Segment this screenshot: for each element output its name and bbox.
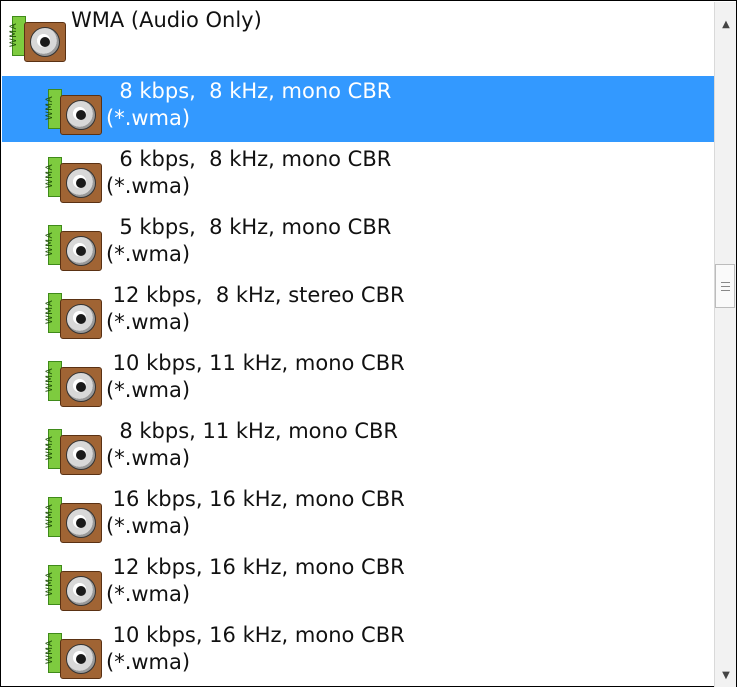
format-list-panel: WMA WMA (Audio Only) WMA 8 kbps, 8 kHz, … — [0, 0, 737, 687]
list-item-format: 12 kbps, 8 kHz, stereo CBR — [106, 283, 405, 307]
group-label: WMA (Audio Only) — [71, 8, 262, 32]
list-item-label: 8 kbps, 8 kHz, mono CBR (*.wma) — [106, 78, 391, 132]
list-item-label: 12 kbps, 8 kHz, stereo CBR (*.wma) — [106, 282, 405, 336]
list-item[interactable]: WMA 6 kbps, 8 kHz, mono CBR (*.wma) — [2, 144, 715, 210]
list-item-label: 5 kbps, 8 kHz, mono CBR (*.wma) — [106, 214, 391, 268]
scrollbar-thumb[interactable] — [715, 264, 735, 308]
list-item-format: 8 kbps, 11 kHz, mono CBR — [106, 419, 399, 443]
list-item-label: 8 kbps, 11 kHz, mono CBR (*.wma) — [106, 418, 398, 472]
wma-speaker-icon: WMA — [45, 87, 104, 137]
list-item-extension: (*.wma) — [106, 310, 191, 334]
list-item-extension: (*.wma) — [106, 582, 191, 606]
list-item[interactable]: WMA 5 kbps, 8 kHz, mono CBR (*.wma) — [2, 212, 715, 278]
list-item-format: 12 kbps, 16 kHz, mono CBR — [106, 555, 405, 579]
list-item[interactable]: WMA 8 kbps, 8 kHz, mono CBR (*.wma) — [2, 76, 715, 142]
list-item-format: 10 kbps, 16 kHz, mono CBR — [106, 623, 405, 647]
list-item-format: 10 kbps, 11 kHz, mono CBR — [106, 351, 405, 375]
wma-speaker-icon: WMA — [9, 14, 68, 64]
wma-speaker-icon: WMA — [45, 223, 104, 273]
chevron-up-icon[interactable]: ▲ — [715, 14, 737, 36]
wma-speaker-icon: WMA — [45, 359, 104, 409]
list-item-extension: (*.wma) — [106, 106, 191, 130]
chevron-down-icon[interactable]: ▼ — [715, 665, 737, 687]
list-item[interactable]: WMA 12 kbps, 16 kHz, mono CBR (*.wma) — [2, 552, 715, 618]
list-item-extension: (*.wma) — [106, 378, 191, 402]
list-item-label: 10 kbps, 11 kHz, mono CBR (*.wma) — [106, 350, 405, 404]
list-item-label: 10 kbps, 16 kHz, mono CBR (*.wma) — [106, 622, 405, 676]
list-item[interactable]: WMA 10 kbps, 16 kHz, mono CBR (*.wma) — [2, 620, 715, 686]
group-header-wma[interactable]: WMA WMA (Audio Only) — [2, 2, 715, 76]
list-item-extension: (*.wma) — [106, 174, 191, 198]
wma-speaker-icon: WMA — [45, 291, 104, 341]
list-item[interactable]: WMA 16 kbps, 16 kHz, mono CBR (*.wma) — [2, 484, 715, 550]
format-list[interactable]: WMA WMA (Audio Only) WMA 8 kbps, 8 kHz, … — [2, 2, 715, 687]
list-item-label: 16 kbps, 16 kHz, mono CBR (*.wma) — [106, 486, 405, 540]
wma-speaker-icon: WMA — [45, 563, 104, 613]
list-item[interactable]: WMA 12 kbps, 8 kHz, stereo CBR (*.wma) — [2, 280, 715, 346]
list-item-extension: (*.wma) — [106, 514, 191, 538]
list-item-extension: (*.wma) — [106, 650, 191, 674]
wma-speaker-icon: WMA — [45, 427, 104, 477]
list-item[interactable]: WMA 8 kbps, 11 kHz, mono CBR (*.wma) — [2, 416, 715, 482]
list-item-format: 6 kbps, 8 kHz, mono CBR — [106, 147, 392, 171]
list-item-label: 12 kbps, 16 kHz, mono CBR (*.wma) — [106, 554, 405, 608]
wma-speaker-icon: WMA — [45, 631, 104, 681]
vertical-scrollbar[interactable]: ▲ ▼ — [714, 2, 736, 687]
wma-speaker-icon: WMA — [45, 495, 104, 545]
wma-speaker-icon: WMA — [45, 155, 104, 205]
list-item-format: 8 kbps, 8 kHz, mono CBR — [106, 79, 392, 103]
list-item-extension: (*.wma) — [106, 242, 191, 266]
list-item-extension: (*.wma) — [106, 446, 191, 470]
list-item[interactable]: WMA 10 kbps, 11 kHz, mono CBR (*.wma) — [2, 348, 715, 414]
list-item-format: 5 kbps, 8 kHz, mono CBR — [106, 215, 392, 239]
list-item-format: 16 kbps, 16 kHz, mono CBR — [106, 487, 405, 511]
list-item-label: 6 kbps, 8 kHz, mono CBR (*.wma) — [106, 146, 391, 200]
